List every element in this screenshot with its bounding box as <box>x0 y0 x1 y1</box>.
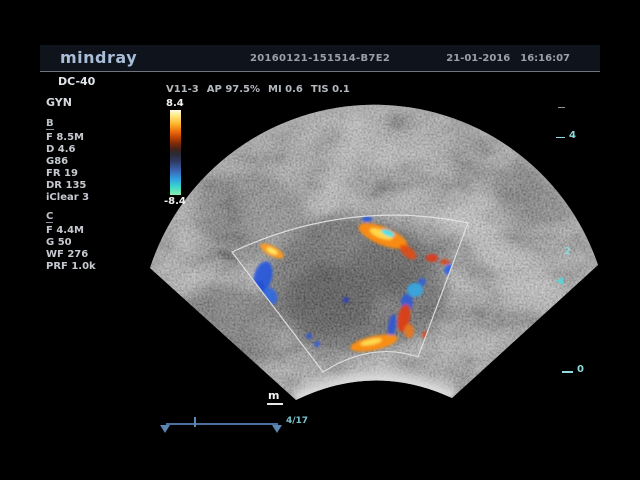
c-param-prf: PRF 1.0k <box>46 261 150 273</box>
doppler-color-scale: 8.4 -8.4 <box>164 98 204 207</box>
time-label: 16:16:07 <box>520 53 570 64</box>
doppler-colorbar <box>170 110 181 195</box>
b-param-iclear: iClear 3 <box>46 192 150 204</box>
b-param-framerate: FR 19 <box>46 168 150 180</box>
orientation-marker-underline <box>267 403 283 405</box>
b-param-dynamic-range: DR 135 <box>46 180 150 192</box>
depth-dash-4 <box>556 137 565 138</box>
depth-tick <box>558 107 565 108</box>
date-label: 21-01-2016 <box>446 53 510 64</box>
focus-marker-icon[interactable] <box>556 277 563 285</box>
scale-max-label: 8.4 <box>166 98 204 109</box>
depth-label-0: 0 <box>577 364 584 375</box>
c-mode-label: C <box>46 211 53 223</box>
exam-file-id: 20160121-151514-B7E2 <box>250 53 390 64</box>
acoustic-power-label: AP 97.5% <box>207 84 260 95</box>
depth-label-2: 2 <box>564 246 571 257</box>
c-param-gain: G 50 <box>46 237 150 249</box>
depth-label-4: 4 <box>569 130 576 141</box>
probe-label: V11-3 <box>166 84 199 95</box>
mi-label: MI 0.6 <box>268 84 303 95</box>
datetime: 21-01-2016 16:16:07 <box>446 53 570 64</box>
exam-preset: GYN <box>46 96 150 109</box>
cine-progress-bar[interactable] <box>166 423 278 425</box>
cine-start-arrow-icon[interactable] <box>160 425 170 433</box>
b-param-frequency: F 8.5M <box>46 132 150 144</box>
cine-end-arrow-icon[interactable] <box>272 425 282 433</box>
tis-label: TIS 0.1 <box>311 84 350 95</box>
orientation-marker: m <box>268 389 279 402</box>
image-header: V11-3 AP 97.5% MI 0.6 TIS 0.1 <box>166 84 350 95</box>
b-param-gain: G86 <box>46 156 150 168</box>
parameter-panel: DC-40 GYN B F 8.5M D 4.6 G86 FR 19 DR 13… <box>46 75 150 273</box>
machine-model: DC-40 <box>58 75 150 88</box>
cine-frame-counter: 4/17 <box>286 416 308 426</box>
depth-dash-0 <box>562 371 573 373</box>
cine-position-marker[interactable] <box>194 417 196 427</box>
mindray-logo: mindray <box>60 48 137 67</box>
title-bar: mindray 20160121-151514-B7E2 21-01-2016 … <box>40 45 600 72</box>
scale-min-label: -8.4 <box>164 196 204 207</box>
b-mode-label: B <box>46 118 54 130</box>
c-param-frequency: F 4.4M <box>46 225 150 237</box>
c-param-wall-filter: WF 276 <box>46 249 150 261</box>
b-param-depth: D 4.6 <box>46 144 150 156</box>
